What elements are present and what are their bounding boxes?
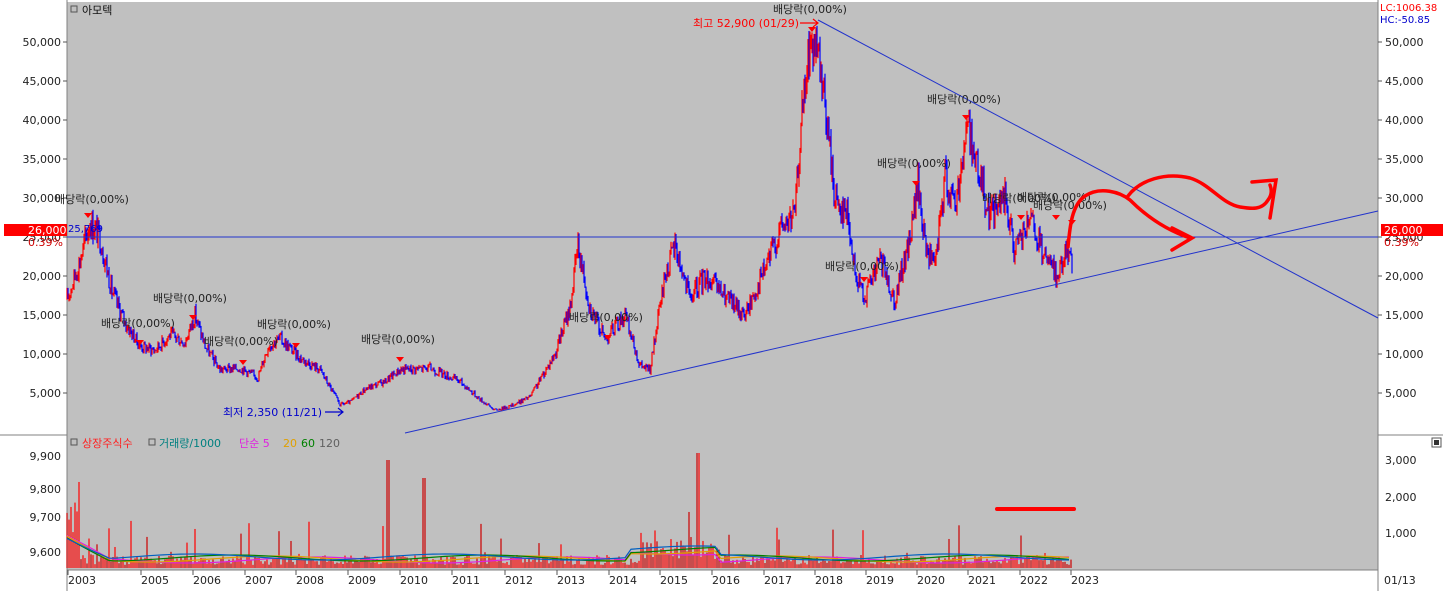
y-tick-label-right: 50,000 xyxy=(1385,36,1424,49)
legend-item: 120 xyxy=(319,437,340,450)
dividend-label: 배당락(0,00%) xyxy=(1033,199,1107,212)
volume-legend: 상장주식수 거래량/1000 단순 5 20 60 120 xyxy=(82,437,340,450)
y-tick-label-right: 45,000 xyxy=(1385,75,1424,88)
y-tick-label-right: 40,000 xyxy=(1385,114,1424,127)
x-tick-label: 2008 xyxy=(296,574,324,587)
x-tick-label: 2010 xyxy=(400,574,428,587)
x-tick-label: 2013 xyxy=(557,574,585,587)
y-tick-label-left: 35,000 xyxy=(23,153,62,166)
legend-item: 60 xyxy=(301,437,315,450)
legend-item: 20 xyxy=(283,437,297,450)
dividend-label: 배당락(0,00%) xyxy=(361,333,435,346)
y-tick-label-left: 45,000 xyxy=(23,75,62,88)
volume-left-tick: 9,600 xyxy=(30,546,62,559)
x-tick-label: 2018 xyxy=(815,574,843,587)
x-tick-label: 2022 xyxy=(1020,574,1048,587)
volume-panel xyxy=(67,436,1378,570)
y-tick-label-right: 30,000 xyxy=(1385,192,1424,205)
y-tick-label-left: 5,000 xyxy=(30,387,62,400)
volume-right-tick: 3,000 xyxy=(1385,454,1417,467)
legend-item: 상장주식수 xyxy=(82,437,133,450)
dividend-label: 배당락(0,00%) xyxy=(927,93,1001,106)
high-label: 최고 52,900 (01/29) xyxy=(693,17,799,30)
lc-readout: LC:1006.38 xyxy=(1380,3,1437,14)
x-tick-label: 2023 xyxy=(1071,574,1099,587)
current-pct-right: 0.39% xyxy=(1384,236,1419,249)
legend-item: 거래량/1000 xyxy=(159,437,221,450)
y-tick-label-right: 15,000 xyxy=(1385,309,1424,322)
x-tick-label: 2015 xyxy=(660,574,688,587)
x-tick-label: 2017 xyxy=(764,574,792,587)
low-label: 최저 2,350 (11/21) xyxy=(223,406,322,419)
hc-readout: HC:-50.85 xyxy=(1380,15,1430,26)
x-tick-label: 2007 xyxy=(245,574,273,587)
dividend-label: 배당락(0,00%) xyxy=(153,292,227,305)
dividend-label: 배당락(0,00%) xyxy=(569,311,643,324)
y-tick-label-left: 15,000 xyxy=(23,309,62,322)
dividend-label: 배당락(0,00%) xyxy=(204,335,278,348)
dividend-label: 배당락(0,00%) xyxy=(877,157,951,170)
chart-window: 5,000 5,000 10,000 10,000 15,000 15,000 20,000… xyxy=(0,0,1443,591)
dividend-label: 배당락(0,00%) xyxy=(257,318,331,331)
volume-right-tick: 2,000 xyxy=(1385,491,1417,504)
y-tick-label-right: 35,000 xyxy=(1385,153,1424,166)
x-tick-label: 2003 xyxy=(68,574,96,587)
dividend-label: 배당락(0,00%) xyxy=(773,3,847,16)
x-tick-label: 2009 xyxy=(348,574,376,587)
x-tick-label: 2011 xyxy=(452,574,480,587)
y-tick-label-right: 20,000 xyxy=(1385,270,1424,283)
x-tick-label: 2021 xyxy=(968,574,996,587)
volume-left-tick: 9,700 xyxy=(30,511,62,524)
panel-close-icon xyxy=(1434,440,1439,445)
y-tick-label-left: 40,000 xyxy=(23,114,62,127)
y-tick-label-right: 10,000 xyxy=(1385,348,1424,361)
volume-right-tick: 1,000 xyxy=(1385,527,1417,540)
x-tick-label: 2020 xyxy=(917,574,945,587)
x-tick-label: 2016 xyxy=(712,574,740,587)
x-tick-label: 2019 xyxy=(866,574,894,587)
dividend-label: 배당락(0,00%) xyxy=(825,260,899,273)
x-tick-label: 2006 xyxy=(193,574,221,587)
x-tick-label: 2005 xyxy=(141,574,169,587)
y-tick-label-left: 20,000 xyxy=(23,270,62,283)
y-tick-label-left: 50,000 xyxy=(23,36,62,49)
dividend-label: 배당락(0,00%) xyxy=(101,317,175,330)
x-tick-label: 2012 xyxy=(505,574,533,587)
legend-item: 단순 5 xyxy=(239,437,270,450)
volume-left-tick: 9,800 xyxy=(30,483,62,496)
price-panel xyxy=(67,2,1378,434)
y-tick-label-left: 10,000 xyxy=(23,348,62,361)
stock-chart: 5,000 5,000 10,000 10,000 15,000 15,000 20,000… xyxy=(0,0,1443,591)
chart-title: 아모텍 xyxy=(82,4,112,17)
volume-left-tick: 9,900 xyxy=(30,450,62,463)
x-tick-label: 2014 xyxy=(609,574,637,587)
date-readout: 01/13 xyxy=(1384,574,1416,587)
price-marker-label: 25,769 xyxy=(68,224,103,235)
dividend-label: 배당락(0,00%) xyxy=(55,193,129,206)
y-tick-label-right: 5,000 xyxy=(1385,387,1417,400)
current-pct-left: 0.39% xyxy=(28,236,63,249)
